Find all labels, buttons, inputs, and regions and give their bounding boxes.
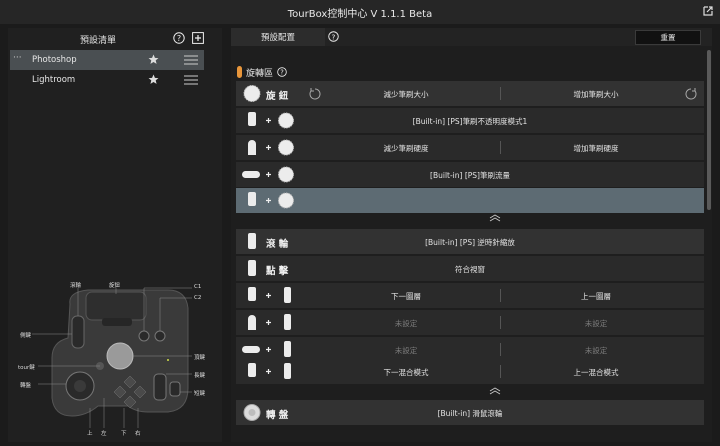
device-diagram: 滾輪 旋鈕 C1 C2 側鍵 tour鍵 轉盤 頂鍵 長鍵 短鍵 上 左 下 右 bbox=[8, 258, 222, 438]
tab-preset-config[interactable]: 預設配置 bbox=[231, 28, 325, 46]
short-plus-knob-icon bbox=[248, 192, 294, 209]
section-rotation: 旋轉區 ? bbox=[237, 64, 287, 80]
preset-item-photoshop[interactable]: ··· Photoshop bbox=[10, 50, 204, 70]
side-scroll-right-action[interactable]: 上一圖層 bbox=[526, 291, 666, 302]
window-title: TourBox控制中心 V 1.1.1 Beta bbox=[287, 8, 433, 20]
click-action[interactable]: 符合視窗 bbox=[236, 264, 704, 275]
row-top-knob[interactable]: 減少筆刷硬度 增加筆刷硬度 bbox=[236, 135, 704, 160]
tall-scroll-right-action[interactable]: 未設定 bbox=[526, 345, 666, 356]
label-c1: C1 bbox=[194, 284, 202, 290]
preset-name: Photoshop bbox=[32, 55, 77, 65]
scroll-action[interactable]: [Built-in] [PS] 逆時針縮放 bbox=[236, 237, 704, 248]
top-scroll-left-action[interactable]: 未設定 bbox=[336, 318, 476, 329]
divider bbox=[500, 141, 501, 154]
row-top-scroll[interactable]: 未設定 未設定 bbox=[236, 310, 704, 335]
scrollbar[interactable] bbox=[707, 50, 711, 210]
row-scroll[interactable]: 滾 輪 [Built-in] [PS] 逆時針縮放 bbox=[236, 229, 704, 254]
tab-label: 預設配置 bbox=[260, 33, 295, 43]
row-side-scroll[interactable]: 下一圖層 上一圖層 bbox=[236, 283, 704, 308]
divider bbox=[500, 343, 501, 356]
svg-text:?: ? bbox=[177, 34, 181, 43]
help-icon[interactable]: ? bbox=[328, 31, 339, 42]
collapse-chevron-icon[interactable] bbox=[489, 214, 501, 222]
row-knob[interactable]: 旋 鈕 減少筆刷大小 增加筆刷大小 bbox=[236, 81, 704, 106]
label-side: 側鍵 bbox=[20, 333, 32, 339]
label-tall: 長鍵 bbox=[194, 373, 206, 379]
rotate-ccw-icon bbox=[309, 88, 321, 100]
reset-label: 重置 bbox=[660, 33, 676, 42]
label-c2: C2 bbox=[194, 295, 202, 301]
row-short-scroll[interactable]: 下一混合模式 上一混合模式 bbox=[236, 359, 704, 384]
short-scroll-left-action[interactable]: 下一混合模式 bbox=[336, 367, 476, 378]
row-click[interactable]: 點 擊 符合視窗 bbox=[236, 256, 704, 281]
row-dial[interactable]: 轉 盤 [Built-in] 滑鼠滾輪 bbox=[236, 400, 704, 425]
top-plus-scroll-icon bbox=[248, 314, 291, 330]
row-tall-knob[interactable]: [Built-in] [PS]筆刷流量 bbox=[236, 162, 704, 187]
knob-right-action[interactable]: 增加筆刷大小 bbox=[526, 89, 666, 100]
side-knob-action[interactable]: [Built-in] [PS]筆刷不透明度模式1 bbox=[236, 116, 704, 127]
top-knob-left-action[interactable]: 減少筆刷硬度 bbox=[336, 143, 476, 154]
menu-icon[interactable] bbox=[184, 55, 198, 65]
preset-item-lightroom[interactable]: Lightroom bbox=[10, 70, 204, 90]
tall-scroll-left-action[interactable]: 未設定 bbox=[336, 345, 476, 356]
label-short: 短鍵 bbox=[194, 391, 206, 397]
short-scroll-right-action[interactable]: 上一混合模式 bbox=[526, 367, 666, 378]
top-knob-right-action[interactable]: 增加筆刷硬度 bbox=[526, 143, 666, 154]
add-preset-icon[interactable] bbox=[192, 32, 204, 44]
label-knob: 旋鈕 bbox=[109, 283, 121, 289]
help-icon[interactable]: ? bbox=[173, 32, 185, 44]
star-icon[interactable] bbox=[148, 74, 159, 85]
label-left: 左 bbox=[101, 431, 107, 437]
label-right: 右 bbox=[135, 431, 141, 437]
rotate-cw-icon bbox=[685, 88, 697, 100]
preset-list-header: 預設清單 ? bbox=[8, 28, 222, 50]
label-down: 下 bbox=[121, 431, 127, 437]
help-icon[interactable]: ? bbox=[277, 67, 287, 77]
preset-list-panel: 預設清單 ? ··· Photoshop Lightroom 滾輪 旋鈕 C1 … bbox=[8, 28, 222, 442]
preset-config-panel: 預設配置 ? 重置 旋轉區 ? 旋 鈕 減少筆刷大小 增加筆刷大小 [Built… bbox=[231, 28, 712, 442]
section-marker-icon bbox=[237, 66, 242, 78]
short-plus-scroll-icon bbox=[248, 363, 291, 379]
divider bbox=[500, 316, 501, 329]
external-link-icon[interactable] bbox=[702, 5, 714, 17]
title-bar: TourBox控制中心 V 1.1.1 Beta bbox=[0, 0, 720, 24]
section-title: 旋轉區 bbox=[246, 68, 274, 79]
row-short-knob[interactable] bbox=[236, 188, 704, 213]
tall-plus-scroll-icon bbox=[242, 341, 291, 357]
svg-text:?: ? bbox=[332, 32, 336, 41]
collapse-chevron-icon[interactable] bbox=[489, 387, 501, 395]
top-plus-knob-icon bbox=[248, 139, 294, 156]
row-label: 旋 鈕 bbox=[266, 91, 289, 102]
tab-bar: 預設配置 ? 重置 bbox=[231, 28, 712, 46]
tall-knob-action[interactable]: [Built-in] [PS]筆刷流量 bbox=[236, 170, 704, 181]
label-tour: tour鍵 bbox=[18, 365, 35, 371]
side-plus-scroll-icon bbox=[248, 287, 291, 303]
menu-icon[interactable] bbox=[184, 75, 198, 85]
side-scroll-left-action[interactable]: 下一圖層 bbox=[336, 291, 476, 302]
label-scroll: 滾輪 bbox=[70, 283, 82, 289]
reset-button[interactable]: 重置 bbox=[635, 30, 701, 45]
dial-action[interactable]: [Built-in] 滑鼠滾輪 bbox=[236, 408, 704, 419]
knob-left-action[interactable]: 減少筆刷大小 bbox=[336, 89, 476, 100]
label-top: 頂鍵 bbox=[194, 355, 206, 361]
divider bbox=[500, 365, 501, 378]
preset-name: Lightroom bbox=[32, 75, 76, 85]
divider bbox=[500, 87, 501, 100]
label-up: 上 bbox=[87, 431, 93, 437]
svg-text:?: ? bbox=[280, 69, 284, 77]
top-scroll-right-action[interactable]: 未設定 bbox=[526, 318, 666, 329]
star-icon[interactable] bbox=[148, 54, 159, 65]
row-side-knob[interactable]: [Built-in] [PS]筆刷不透明度模式1 bbox=[236, 108, 704, 133]
label-dial: 轉盤 bbox=[20, 383, 32, 389]
preset-list-title: 預設清單 bbox=[80, 36, 117, 46]
more-dots-icon[interactable]: ··· bbox=[13, 53, 22, 63]
divider bbox=[500, 289, 501, 302]
